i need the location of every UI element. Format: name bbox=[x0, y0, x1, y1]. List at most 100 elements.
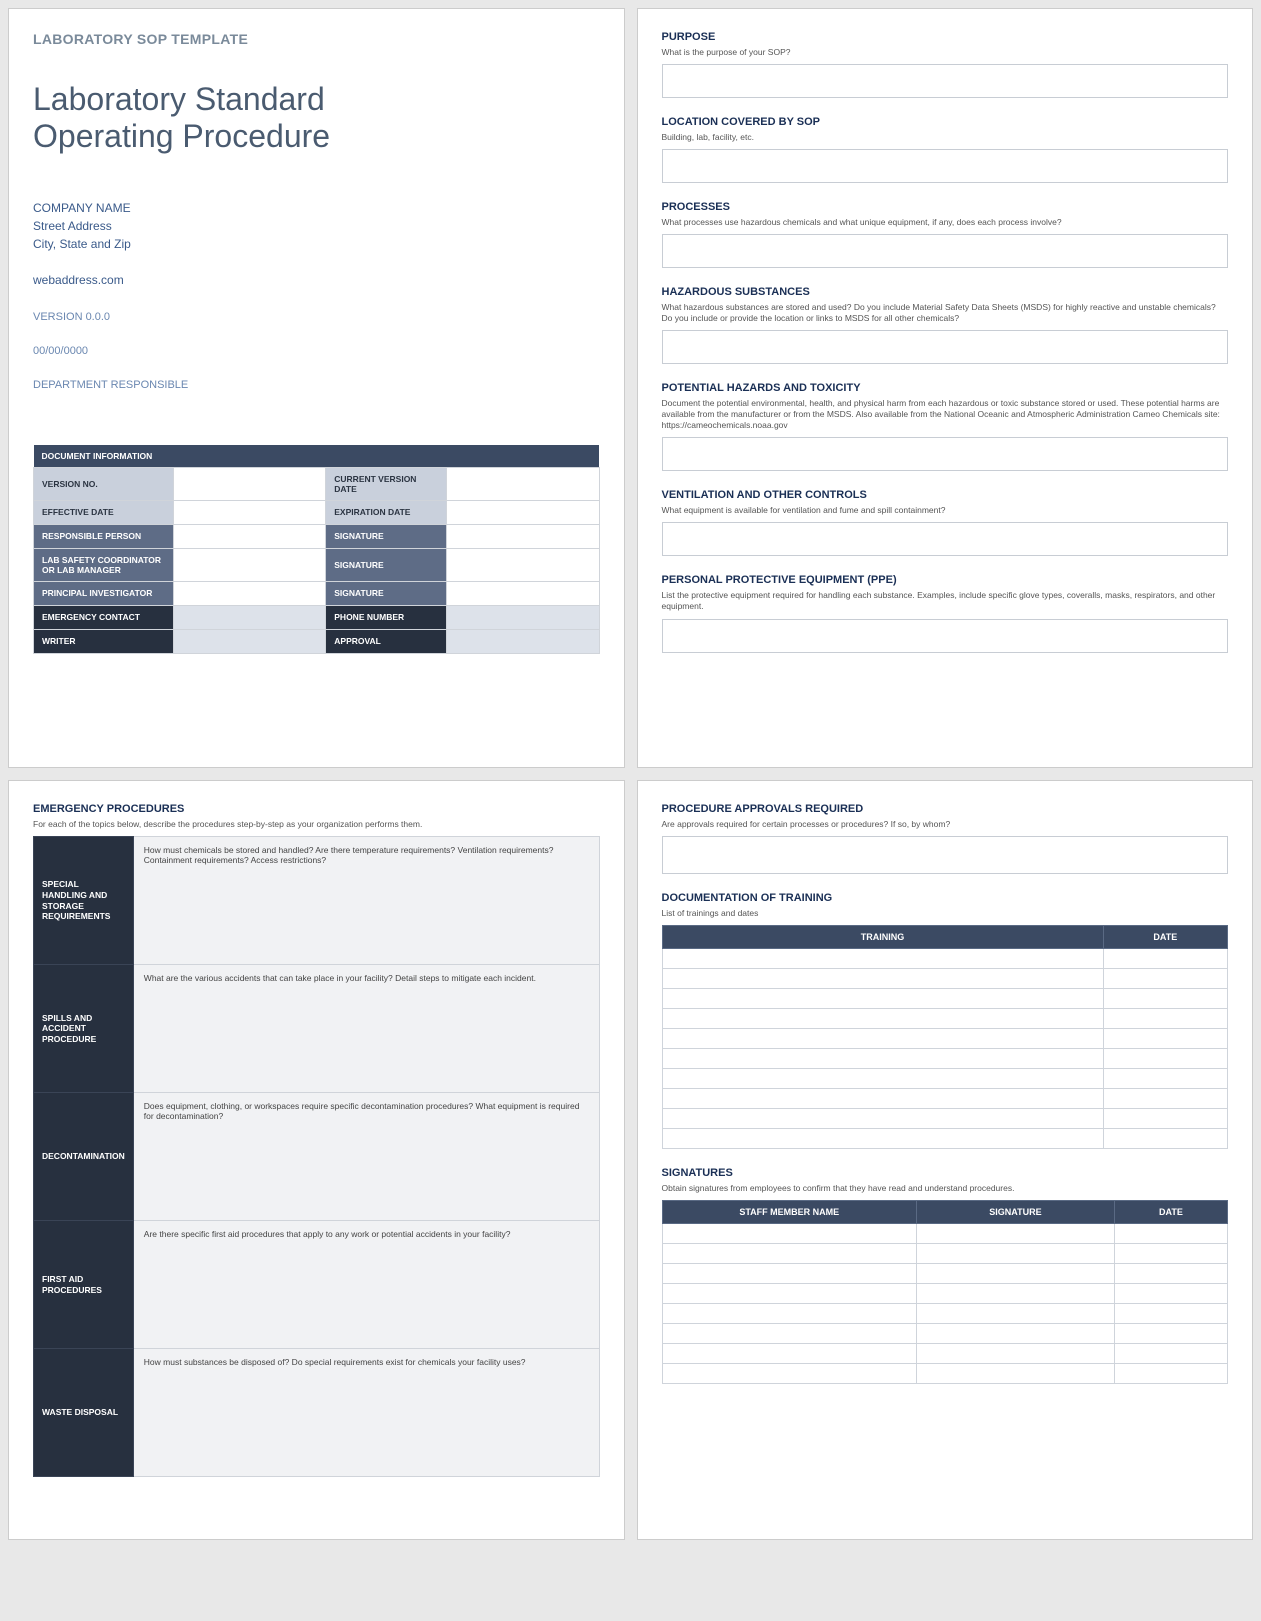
sign-signature-cell[interactable] bbox=[916, 1264, 1114, 1284]
sign-signature-cell[interactable] bbox=[916, 1244, 1114, 1264]
sign-name-cell[interactable] bbox=[662, 1224, 916, 1244]
training-cell[interactable] bbox=[662, 1089, 1103, 1109]
emergency-row-label: DECONTAMINATION bbox=[34, 1093, 134, 1221]
sign-date-cell[interactable] bbox=[1114, 1264, 1227, 1284]
emergency-row-body[interactable]: How must chemicals be stored and handled… bbox=[133, 837, 599, 965]
purpose-title: PURPOSE bbox=[662, 31, 1229, 43]
value-signature-2[interactable] bbox=[446, 548, 599, 581]
training-cell[interactable] bbox=[662, 989, 1103, 1009]
training-date-cell[interactable] bbox=[1103, 1069, 1227, 1089]
signatures-title: SIGNATURES bbox=[662, 1167, 1229, 1179]
signatures-col-date: DATE bbox=[1114, 1201, 1227, 1224]
sign-date-cell[interactable] bbox=[1114, 1344, 1227, 1364]
training-date-cell[interactable] bbox=[1103, 1009, 1227, 1029]
sign-date-cell[interactable] bbox=[1114, 1364, 1227, 1384]
training-date-cell[interactable] bbox=[1103, 1049, 1227, 1069]
location-title: LOCATION COVERED BY SOP bbox=[662, 116, 1229, 128]
training-cell[interactable] bbox=[662, 969, 1103, 989]
date-line: 00/00/0000 bbox=[33, 345, 600, 357]
value-current-version-date[interactable] bbox=[446, 467, 599, 500]
value-writer[interactable] bbox=[173, 629, 325, 653]
location-field[interactable] bbox=[662, 149, 1229, 183]
sign-name-cell[interactable] bbox=[662, 1304, 916, 1324]
value-effective-date[interactable] bbox=[173, 500, 325, 524]
value-version-no[interactable] bbox=[173, 467, 325, 500]
value-signature-3[interactable] bbox=[446, 581, 599, 605]
value-signature-1[interactable] bbox=[446, 524, 599, 548]
docinfo-header: DOCUMENT INFORMATION bbox=[34, 445, 600, 468]
emergency-row-label: FIRST AID PROCEDURES bbox=[34, 1221, 134, 1349]
sign-name-cell[interactable] bbox=[662, 1324, 916, 1344]
sign-date-cell[interactable] bbox=[1114, 1324, 1227, 1344]
purpose-field[interactable] bbox=[662, 64, 1229, 98]
training-title: DOCUMENTATION OF TRAINING bbox=[662, 892, 1229, 904]
training-cell[interactable] bbox=[662, 1009, 1103, 1029]
sign-signature-cell[interactable] bbox=[916, 1304, 1114, 1324]
purpose-desc: What is the purpose of your SOP? bbox=[662, 47, 1229, 58]
potential-desc: Document the potential environmental, he… bbox=[662, 398, 1229, 431]
emergency-row-body[interactable]: Are there specific first aid procedures … bbox=[133, 1221, 599, 1349]
label-lab-safety: LAB SAFETY COORDINATOR OR LAB MANAGER bbox=[34, 548, 174, 581]
training-cell[interactable] bbox=[662, 1109, 1103, 1129]
ventilation-title: VENTILATION AND OTHER CONTROLS bbox=[662, 489, 1229, 501]
sign-date-cell[interactable] bbox=[1114, 1304, 1227, 1324]
training-date-cell[interactable] bbox=[1103, 969, 1227, 989]
emergency-row-label: WASTE DISPOSAL bbox=[34, 1349, 134, 1477]
value-phone-number[interactable] bbox=[446, 605, 599, 629]
ventilation-field[interactable] bbox=[662, 522, 1229, 556]
training-date-cell[interactable] bbox=[1103, 1109, 1227, 1129]
ppe-field[interactable] bbox=[662, 619, 1229, 653]
label-principal: PRINCIPAL INVESTIGATOR bbox=[34, 581, 174, 605]
sign-name-cell[interactable] bbox=[662, 1364, 916, 1384]
emergency-row-body[interactable]: How must substances be disposed of? Do s… bbox=[133, 1349, 599, 1477]
sign-date-cell[interactable] bbox=[1114, 1244, 1227, 1264]
label-signature-3: SIGNATURE bbox=[326, 581, 447, 605]
value-lab-safety[interactable] bbox=[173, 548, 325, 581]
training-date-cell[interactable] bbox=[1103, 1129, 1227, 1149]
hazardous-field[interactable] bbox=[662, 330, 1229, 364]
section-location: LOCATION COVERED BY SOP Building, lab, f… bbox=[662, 116, 1229, 183]
sign-name-cell[interactable] bbox=[662, 1244, 916, 1264]
sign-date-cell[interactable] bbox=[1114, 1284, 1227, 1304]
page-1-cover: LABORATORY SOP TEMPLATE Laboratory Stand… bbox=[8, 8, 625, 768]
training-cell[interactable] bbox=[662, 1049, 1103, 1069]
emergency-row-body[interactable]: What are the various accidents that can … bbox=[133, 965, 599, 1093]
training-date-cell[interactable] bbox=[1103, 949, 1227, 969]
sign-name-cell[interactable] bbox=[662, 1284, 916, 1304]
potential-field[interactable] bbox=[662, 437, 1229, 471]
potential-title: POTENTIAL HAZARDS AND TOXICITY bbox=[662, 382, 1229, 394]
page-3-emergency: EMERGENCY PROCEDURES For each of the top… bbox=[8, 780, 625, 1540]
section-ppe: PERSONAL PROTECTIVE EQUIPMENT (PPE) List… bbox=[662, 574, 1229, 652]
sign-signature-cell[interactable] bbox=[916, 1364, 1114, 1384]
sign-signature-cell[interactable] bbox=[916, 1324, 1114, 1344]
value-expiration-date[interactable] bbox=[446, 500, 599, 524]
training-cell[interactable] bbox=[662, 949, 1103, 969]
location-desc: Building, lab, facility, etc. bbox=[662, 132, 1229, 143]
training-date-cell[interactable] bbox=[1103, 1089, 1227, 1109]
city-state-zip: City, State and Zip bbox=[33, 235, 600, 253]
emergency-procedures-table: SPECIAL HANDLING AND STORAGE REQUIREMENT… bbox=[33, 836, 600, 1477]
training-cell[interactable] bbox=[662, 1029, 1103, 1049]
sign-date-cell[interactable] bbox=[1114, 1224, 1227, 1244]
value-responsible-person[interactable] bbox=[173, 524, 325, 548]
value-approval[interactable] bbox=[446, 629, 599, 653]
sign-signature-cell[interactable] bbox=[916, 1224, 1114, 1244]
value-emergency-contact[interactable] bbox=[173, 605, 325, 629]
emergency-row-body[interactable]: Does equipment, clothing, or workspaces … bbox=[133, 1093, 599, 1221]
training-cell[interactable] bbox=[662, 1069, 1103, 1089]
sign-signature-cell[interactable] bbox=[916, 1284, 1114, 1304]
label-version-no: VERSION NO. bbox=[34, 467, 174, 500]
value-principal[interactable] bbox=[173, 581, 325, 605]
processes-field[interactable] bbox=[662, 234, 1229, 268]
sign-name-cell[interactable] bbox=[662, 1344, 916, 1364]
signatures-col-signature: SIGNATURE bbox=[916, 1201, 1114, 1224]
training-desc: List of trainings and dates bbox=[662, 908, 1229, 919]
sign-name-cell[interactable] bbox=[662, 1264, 916, 1284]
training-date-cell[interactable] bbox=[1103, 1029, 1227, 1049]
training-cell[interactable] bbox=[662, 1129, 1103, 1149]
training-date-cell[interactable] bbox=[1103, 989, 1227, 1009]
sign-signature-cell[interactable] bbox=[916, 1344, 1114, 1364]
training-col-date: DATE bbox=[1103, 926, 1227, 949]
emergency-desc: For each of the topics below, describe t… bbox=[33, 819, 600, 830]
approvals-field[interactable] bbox=[662, 836, 1229, 874]
